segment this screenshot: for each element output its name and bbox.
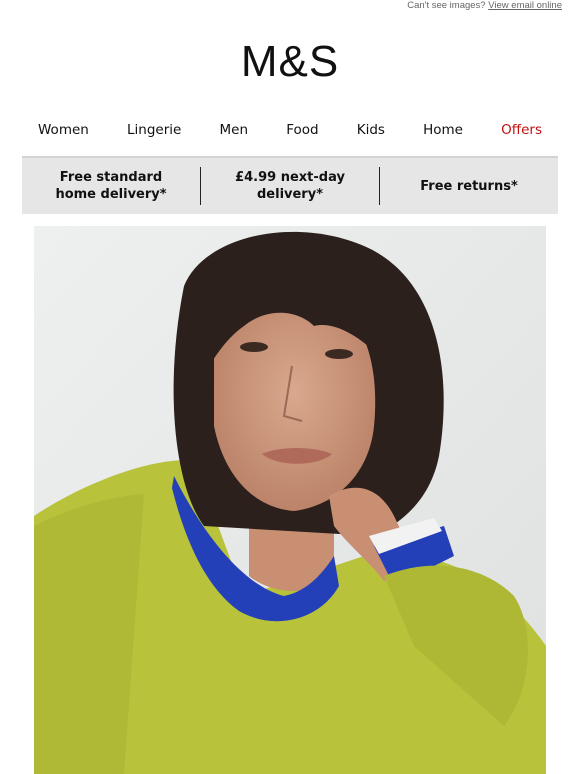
nav-item-women[interactable]: Women xyxy=(24,120,103,140)
main-nav: Women Lingerie Men Food Kids Home Offers xyxy=(24,120,556,140)
nav-item-food[interactable]: Food xyxy=(272,120,332,140)
benefit-free-delivery[interactable]: Free standard home delivery* xyxy=(22,169,200,203)
hero-photo xyxy=(34,226,546,774)
hero-image[interactable] xyxy=(34,226,546,774)
benefit-line: home delivery* xyxy=(55,187,167,202)
benefit-line: Free standard xyxy=(59,170,163,185)
benefit-line: Free returns* xyxy=(420,178,518,194)
nav-item-offers[interactable]: Offers xyxy=(487,120,556,140)
topbar-text: Can't see images? xyxy=(407,0,486,11)
nav-item-lingerie[interactable]: Lingerie xyxy=(113,120,195,140)
brand-logo[interactable]: M&S xyxy=(0,37,580,87)
topbar: Can't see images? View email online xyxy=(407,0,562,12)
benefit-free-returns[interactable]: Free returns* xyxy=(380,178,558,195)
delivery-benefits-bar: Free standard home delivery* £4.99 next-… xyxy=(22,156,558,214)
benefit-line: £4.99 next-day xyxy=(235,170,345,185)
nav-item-kids[interactable]: Kids xyxy=(343,120,399,140)
benefit-next-day[interactable]: £4.99 next-day delivery* xyxy=(201,169,379,203)
view-online-link[interactable]: View email online xyxy=(488,0,562,11)
nav-item-home[interactable]: Home xyxy=(409,120,477,140)
benefit-line: delivery* xyxy=(256,187,323,202)
nav-item-men[interactable]: Men xyxy=(206,120,263,140)
